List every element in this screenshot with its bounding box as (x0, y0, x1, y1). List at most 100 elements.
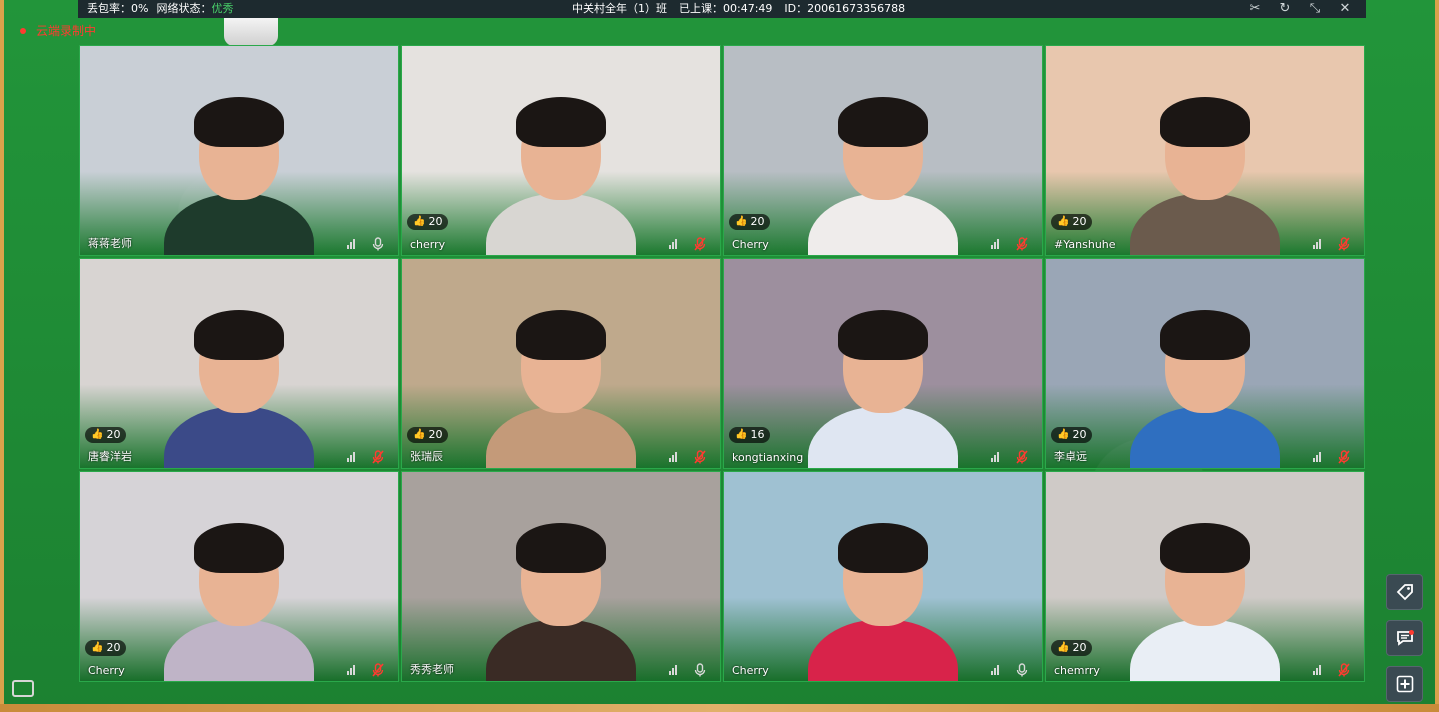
video-tile[interactable]: 👍 20 Cherry (79, 471, 399, 682)
participant-video (164, 278, 314, 468)
board-frame-bottom (0, 704, 1439, 712)
participant-video (486, 65, 636, 255)
video-tile[interactable]: 蒋蒋老师 (79, 45, 399, 256)
participant-video (486, 278, 636, 468)
participant-video (486, 491, 636, 681)
top-status-bar: 丢包率：0% 网络状态：优秀 中关村全年（1）班 已上课：00:47:49 ID… (78, 0, 1366, 18)
add-icon (1396, 675, 1413, 693)
signal-icon (1313, 452, 1321, 462)
signal-icon (991, 665, 999, 675)
likes-count: 20 (428, 215, 443, 228)
mic-muted-icon[interactable] (694, 236, 706, 251)
network-status: 网络状态：优秀 (156, 2, 234, 15)
likes-count: 16 (750, 428, 765, 441)
likes-badge: 👍 20 (407, 427, 449, 443)
video-tile[interactable]: 👍 20 唐睿洋岩 (79, 258, 399, 469)
participant-name: 张瑞辰 (410, 450, 443, 463)
signal-icon (347, 665, 355, 675)
recording-dot-icon (20, 27, 26, 34)
unread-badge (1409, 630, 1414, 635)
participant-video (808, 65, 958, 255)
video-tile[interactable]: Cherry (723, 471, 1043, 682)
tag-icon (1396, 584, 1413, 601)
signal-icon (1313, 239, 1321, 249)
mic-muted-icon[interactable] (372, 662, 384, 677)
participant-video (1130, 65, 1280, 255)
lamp-decoration (224, 18, 278, 46)
collapse-icon[interactable]: ⤡ (1308, 0, 1322, 18)
likes-count: 20 (1072, 641, 1087, 654)
class-name: 中关村全年（1）班 (572, 2, 667, 15)
likes-badge: 👍 20 (1051, 427, 1093, 443)
scissors-icon[interactable]: ✂ (1248, 0, 1262, 18)
participant-video (164, 65, 314, 255)
signal-icon (347, 239, 355, 249)
participant-name: cherry (410, 238, 446, 251)
video-tile[interactable]: 👍 20 张瑞辰 (401, 258, 721, 469)
mic-muted-icon[interactable] (1016, 449, 1028, 464)
signal-icon (991, 452, 999, 462)
participant-name: 秀秀老师 (410, 663, 454, 676)
mic-icon[interactable] (372, 236, 384, 251)
mic-icon[interactable] (694, 662, 706, 677)
signal-icon (347, 452, 355, 462)
mic-muted-icon[interactable] (1338, 662, 1350, 677)
signal-icon (991, 239, 999, 249)
video-tile[interactable]: 秀秀老师 (401, 471, 721, 682)
signal-icon (1313, 665, 1321, 675)
tag-button[interactable] (1386, 574, 1423, 610)
thumbs-up-icon: 👍 (735, 216, 748, 227)
signal-icon (669, 665, 677, 675)
video-tile[interactable]: 👍 20 李卓远 (1045, 258, 1365, 469)
video-tile[interactable]: 👍 20 Cherry (723, 45, 1043, 256)
participant-name: 唐睿洋岩 (88, 450, 132, 463)
participant-name: #Yanshuhe (1054, 238, 1116, 251)
mic-muted-icon[interactable] (694, 449, 706, 464)
likes-badge: 👍 20 (85, 640, 127, 656)
mic-icon[interactable] (1016, 662, 1028, 677)
thumbs-up-icon: 👍 (413, 429, 426, 440)
close-icon[interactable]: ✕ (1338, 0, 1352, 18)
participant-name: 李卓远 (1054, 450, 1087, 463)
participant-name: chemrry (1054, 664, 1100, 677)
participant-name: kongtianxing (732, 451, 804, 464)
add-button[interactable] (1386, 666, 1423, 702)
room-id: ID：20061673356788 (784, 2, 906, 15)
screen-share-icon[interactable] (12, 680, 34, 697)
video-tile[interactable]: 👍 20 cherry (401, 45, 721, 256)
network-status-value: 优秀 (211, 2, 234, 15)
participant-video (808, 491, 958, 681)
participant-video (1130, 491, 1280, 681)
chat-button[interactable] (1386, 620, 1423, 656)
cloud-recording-indicator: 云端录制中 (20, 22, 96, 39)
mic-muted-icon[interactable] (372, 449, 384, 464)
participant-name: 蒋蒋老师 (88, 237, 132, 250)
thumbs-up-icon: 👍 (413, 216, 426, 227)
mic-muted-icon[interactable] (1016, 236, 1028, 251)
recording-label: 云端录制中 (36, 24, 97, 38)
likes-badge: 👍 20 (729, 214, 771, 230)
participant-name: Cherry (88, 664, 125, 677)
elapsed-time: 已上课：00:47:49 (679, 2, 773, 15)
mic-muted-icon[interactable] (1338, 449, 1350, 464)
mic-muted-icon[interactable] (1338, 236, 1350, 251)
likes-badge: 👍 20 (85, 427, 127, 443)
thumbs-up-icon: 👍 (1057, 216, 1070, 227)
thumbs-up-icon: 👍 (735, 429, 748, 440)
video-tile[interactable]: 👍 20 chemrry (1045, 471, 1365, 682)
video-tile[interactable]: 👍 20 #Yanshuhe (1045, 45, 1365, 256)
thumbs-up-icon: 👍 (1057, 642, 1070, 653)
thumbs-up-icon: 👍 (91, 429, 104, 440)
refresh-icon[interactable]: ↻ (1278, 0, 1292, 18)
packet-loss: 丢包率：0% (87, 2, 149, 15)
video-grid: 蒋蒋老师 👍 20 cherry 👍 20 Cherry 👍 20 #Yanshuhe 👍 20 唐睿洋… (79, 45, 1365, 683)
participant-video (808, 278, 958, 468)
video-tile[interactable]: 👍 16 kongtianxing (723, 258, 1043, 469)
participant-name: Cherry (732, 664, 769, 677)
likes-count: 20 (1072, 215, 1087, 228)
thumbs-up-icon: 👍 (91, 642, 104, 653)
signal-icon (669, 452, 677, 462)
likes-count: 20 (428, 428, 443, 441)
likes-count: 20 (1072, 428, 1087, 441)
likes-badge: 👍 20 (1051, 640, 1093, 656)
